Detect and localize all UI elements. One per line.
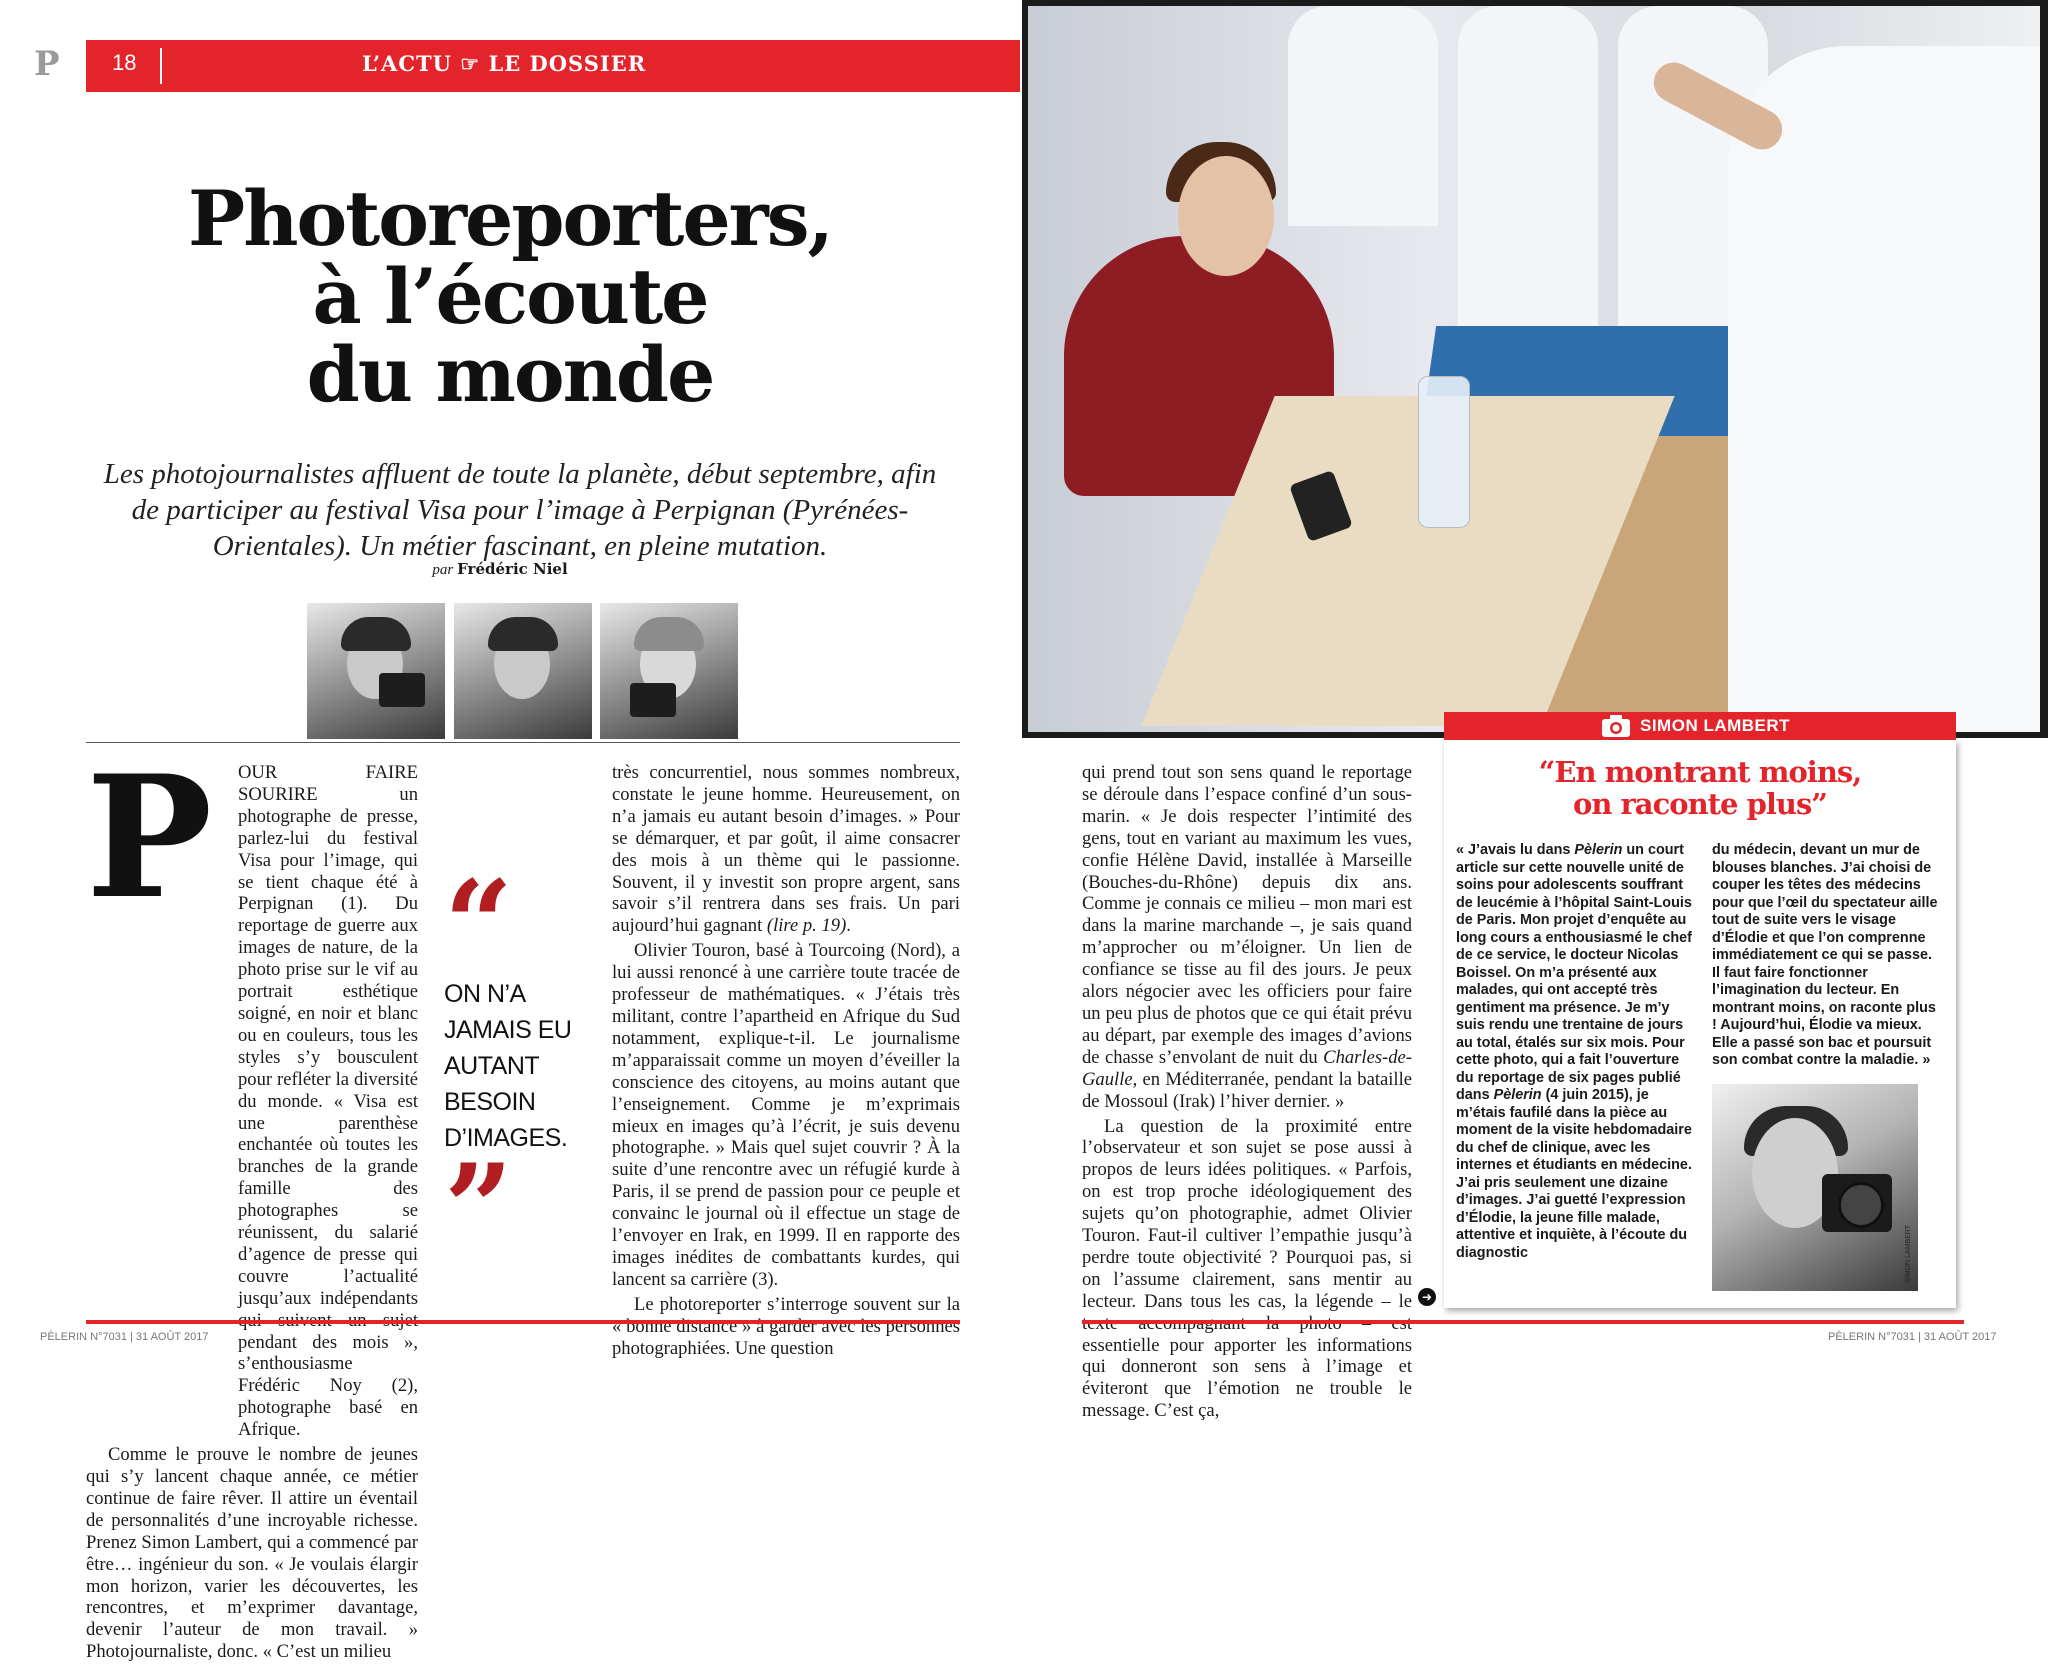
- sidebar-column-2: du médecin, devant un mur de blouses bla…: [1712, 842, 1938, 1068]
- close-quote-icon: ”: [444, 1138, 514, 1279]
- portrait-credit: SIMON LAMBERT: [1905, 1225, 1912, 1283]
- paragraph: qui prend tout son sens quand le reporta…: [1082, 762, 1412, 1113]
- portrait-photo-3: [600, 603, 738, 739]
- paragraph-intro: OUR FAIRE SOURIRE un photographe de pres…: [238, 762, 418, 1441]
- article-title-line: Photoreporters,: [188, 174, 834, 263]
- sidebar-title-line: “En montrant moins,: [1538, 755, 1863, 789]
- doctor-coat: [1458, 6, 1598, 336]
- article-title-line: à l’écoute: [312, 252, 709, 341]
- doctor-foreground: [1728, 46, 2040, 732]
- camera-lens: [1838, 1182, 1884, 1228]
- hospital-photo: [1022, 0, 2048, 738]
- paragraph-text: qui prend tout son sens quand le reporta…: [1082, 762, 1412, 1068]
- page-number: 18: [112, 50, 137, 75]
- sidebar-text: « J’avais lu dans: [1456, 842, 1575, 858]
- camera-shape: [379, 673, 425, 707]
- bottom-rule-right: [1082, 1320, 1964, 1324]
- paragraph-text: très concurrentiel, nous sommes nombreux…: [612, 762, 960, 937]
- paragraph: La question de la proximité entre l’obse…: [1082, 1115, 1412, 1422]
- article-standfirst: Les photojournalistes affluent de toute …: [103, 458, 937, 562]
- paragraph-text: un photographe de presse, parlez-lui du …: [238, 783, 418, 1441]
- article-title: Photoreporters, à l’écoute du monde: [120, 180, 900, 414]
- paragraph-text: .: [846, 915, 851, 937]
- camera-shape: [630, 683, 676, 717]
- portrait-hair: [634, 617, 704, 651]
- byline-prefix: par: [432, 562, 454, 578]
- pull-quote-text: ON N’A JAMAIS EU AUTANT BESOIN D’IMAGES.: [444, 980, 572, 1152]
- page-reference: (lire p. 19): [766, 915, 847, 937]
- camera-icon: [1601, 714, 1631, 743]
- magazine-logo: P: [34, 44, 60, 84]
- water-bottle: [1418, 376, 1470, 528]
- section-rubric: L’ACTU ☞ LE DOSSIER: [362, 51, 647, 76]
- magazine-name: Pèlerin: [1574, 842, 1623, 858]
- article-column-3: qui prend tout son sens quand le reporta…: [1082, 762, 1412, 1425]
- photographer-name: SIMON LAMBERT: [1640, 716, 1791, 735]
- paragraph: Olivier Touron, basé à Tourcoing (Nord),…: [612, 940, 960, 1290]
- doctor-coat: [1288, 6, 1438, 226]
- magazine-name: Pèlerin: [1493, 1087, 1542, 1103]
- footer-right: PÈLERIN N°7031 | 31 AOÛT 2017: [1828, 1331, 1997, 1343]
- portrait-photo-2: [454, 603, 592, 739]
- arrow-right-icon[interactable]: ➜: [1418, 1288, 1436, 1306]
- sidebar-title: “En montrant moins, on raconte plus”: [1470, 756, 1930, 820]
- section-rule: [86, 742, 960, 743]
- patient-face: [1178, 156, 1274, 276]
- article-byline: par Frédéric Niel: [300, 560, 700, 579]
- portrait-hair: [488, 617, 558, 651]
- photographer-portrait: SIMON LAMBERT: [1712, 1084, 1918, 1291]
- bottom-rule-left: [86, 1320, 960, 1324]
- article-column-1: OUR FAIRE SOURIRE un photographe de pres…: [86, 762, 418, 1666]
- sidebar-text: (4 juin 2015), je m’étais faufilé dans l…: [1456, 1087, 1692, 1261]
- portrait-photo-1: [307, 603, 445, 739]
- article-column-2: très concurrentiel, nous sommes nombreux…: [612, 762, 960, 1362]
- sidebar-text: un court article sur cette nouvelle unit…: [1456, 842, 1692, 1103]
- photo-content: [1028, 6, 2040, 732]
- paragraph: Comme le prouve le nombre de jeunes qui …: [86, 1444, 418, 1663]
- sidebar-title-line: on raconte plus”: [1572, 787, 1828, 821]
- article-title-line: du monde: [306, 330, 716, 419]
- footer-left: PÈLERIN N°7031 | 31 AOÛT 2017: [40, 1331, 209, 1343]
- portrait-hair: [341, 617, 411, 651]
- sidebar-column-1: « J’avais lu dans Pèlerin un court artic…: [1456, 842, 1698, 1262]
- paragraph: très concurrentiel, nous sommes nombreux…: [612, 762, 960, 937]
- section-bar-divider: [160, 48, 162, 84]
- byline-author: Frédéric Niel: [457, 560, 568, 578]
- paragraph: Le photoreporter s’interroge souvent sur…: [612, 1293, 960, 1359]
- open-quote-icon: “: [444, 854, 514, 995]
- pull-quote: “ ON N’A JAMAIS EU AUTANT BESOIN D’IMAGE…: [444, 854, 594, 1279]
